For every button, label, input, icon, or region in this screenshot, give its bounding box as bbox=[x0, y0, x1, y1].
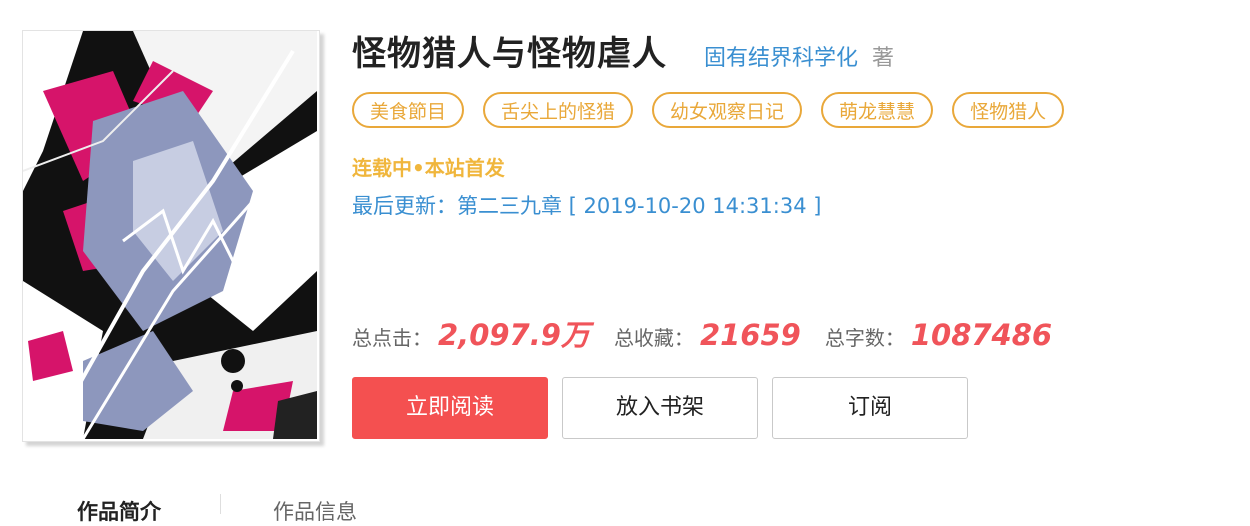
book-title: 怪物猎人与怪物虐人 bbox=[352, 34, 667, 74]
book-cover-image bbox=[23, 31, 317, 439]
author-suffix: 著 bbox=[872, 46, 895, 71]
tab-info[interactable]: 作品信息 bbox=[273, 496, 357, 526]
tag-item[interactable]: 美食節目 bbox=[352, 92, 465, 128]
tag-list: 美食節目 舌尖上的怪猎 幼女观察日记 萌龙慧慧 怪物猎人 bbox=[352, 92, 1083, 128]
last-update-link[interactable]: 最后更新：第二三九章 [ 2019-10-20 14:31:34 ] bbox=[352, 190, 821, 220]
favorites-label: 总收藏： bbox=[613, 326, 694, 350]
subscribe-button[interactable]: 订阅 bbox=[772, 377, 968, 439]
tab-intro[interactable]: 作品简介 bbox=[77, 496, 161, 526]
tag-item[interactable]: 萌龙慧慧 bbox=[821, 92, 934, 128]
book-stats: 总点击： 2,097.9万 总收藏： 21659 总字数： 1087486 bbox=[352, 312, 1076, 354]
words-value: 1087486 bbox=[910, 318, 1053, 352]
favorites-value: 21659 bbox=[699, 318, 801, 352]
words-label: 总字数： bbox=[824, 326, 905, 350]
add-to-shelf-button[interactable]: 放入书架 bbox=[562, 377, 758, 439]
book-cover[interactable] bbox=[22, 30, 320, 442]
read-now-button[interactable]: 立即阅读 bbox=[352, 377, 548, 439]
clicks-value: 2,097.9万 bbox=[438, 318, 590, 352]
clicks-label: 总点击： bbox=[352, 326, 432, 350]
tab-divider bbox=[220, 494, 221, 514]
tag-item[interactable]: 幼女观察日记 bbox=[652, 92, 803, 128]
tag-item[interactable]: 舌尖上的怪猎 bbox=[483, 92, 634, 128]
serial-status: 连载中•本站首发 bbox=[352, 156, 505, 180]
author-link[interactable]: 固有结界科学化 bbox=[704, 40, 858, 72]
tag-item[interactable]: 怪物猎人 bbox=[952, 92, 1065, 128]
